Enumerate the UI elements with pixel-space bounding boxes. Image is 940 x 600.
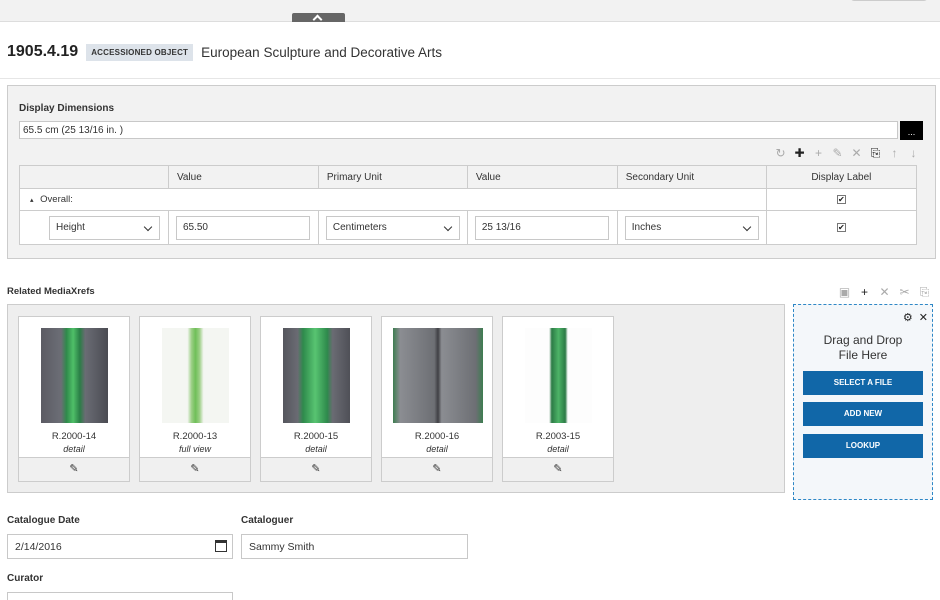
edit-icon: ✎ bbox=[432, 463, 442, 475]
edit-icon: ✎ bbox=[553, 463, 563, 475]
media-thumbnail[interactable] bbox=[393, 328, 483, 423]
column-header-primary-unit: Primary Unit bbox=[317, 165, 468, 189]
media-description: detail bbox=[63, 444, 85, 454]
remove-media-icon[interactable]: ✕ bbox=[877, 285, 892, 299]
gallery-icon[interactable]: ▣ bbox=[837, 285, 852, 299]
media-description: full view bbox=[178, 444, 211, 454]
add-icon[interactable]: + bbox=[811, 146, 826, 160]
primary-value-input[interactable]: 65.50 bbox=[175, 215, 310, 240]
edit-media-button[interactable]: ✎ bbox=[19, 457, 129, 481]
collapse-triangle-icon[interactable]: ▴ bbox=[30, 197, 34, 204]
column-header-value: Value bbox=[466, 165, 618, 189]
calendar-icon[interactable] bbox=[215, 540, 227, 552]
edit-media-button[interactable]: ✎ bbox=[503, 457, 613, 481]
edit-icon[interactable]: ✎ bbox=[830, 146, 845, 160]
media-name: R.2003-15 bbox=[535, 431, 581, 442]
close-icon[interactable]: ✕ bbox=[919, 311, 928, 324]
curator-field[interactable] bbox=[7, 592, 233, 600]
dropzone-icons: ⚙ ✕ bbox=[903, 311, 928, 324]
paste-icon[interactable]: ⎘ bbox=[917, 285, 932, 299]
media-thumbnail[interactable] bbox=[283, 328, 350, 423]
media-thumbnail[interactable] bbox=[41, 328, 108, 423]
edit-icon: ✎ bbox=[190, 463, 200, 475]
related-media-title: Related MediaXrefs bbox=[7, 286, 95, 297]
move-up-icon[interactable]: ↑ bbox=[887, 146, 902, 160]
media-card[interactable]: R.2000-15 detail ✎ bbox=[260, 316, 372, 482]
dropzone-text: Drag and Drop File Here bbox=[794, 333, 932, 363]
media-name: R.2000-14 bbox=[51, 431, 97, 442]
refresh-icon[interactable]: ↻ bbox=[773, 146, 788, 160]
delete-icon[interactable]: ✕ bbox=[849, 146, 864, 160]
group-label: Overall: bbox=[40, 194, 73, 205]
catalogue-date-label: Catalogue Date bbox=[7, 515, 80, 526]
column-header-display-label: Display Label bbox=[765, 165, 918, 189]
dropzone-line-2: File Here bbox=[838, 348, 888, 362]
select-file-button[interactable]: SELECT A FILE bbox=[803, 371, 923, 395]
dropzone-line-1: Drag and Drop bbox=[823, 333, 903, 347]
catalogue-date-field[interactable]: 2/14/2016 bbox=[7, 534, 233, 559]
dimension-type-select[interactable]: Height bbox=[49, 215, 160, 240]
media-name: R.2000-16 bbox=[414, 431, 460, 442]
row-display-label-checkbox[interactable]: ✔ bbox=[836, 223, 846, 232]
display-dimensions-more-button[interactable]: ... bbox=[900, 121, 923, 140]
column-header bbox=[19, 165, 169, 189]
media-card[interactable]: R.2000-14 detail ✎ bbox=[18, 316, 130, 482]
media-card[interactable]: R.2000-13 full view ✎ bbox=[139, 316, 251, 482]
media-toolbar: ▣ + ✕ ✂ ⎘ bbox=[837, 285, 932, 299]
curator-label: Curator bbox=[7, 573, 44, 584]
secondary-unit-select[interactable]: Inches bbox=[624, 215, 759, 240]
add-media-icon[interactable]: + bbox=[857, 285, 872, 299]
top-button-stub[interactable] bbox=[851, 0, 927, 1]
edit-icon: ✎ bbox=[69, 463, 79, 475]
edit-media-button[interactable]: ✎ bbox=[382, 457, 492, 481]
media-description: detail bbox=[547, 444, 569, 454]
media-panel: R.2000-14 detail ✎ R.2000-13 full view ✎… bbox=[7, 304, 785, 493]
top-strip bbox=[0, 0, 940, 22]
copy-icon[interactable]: ⎘ bbox=[868, 146, 883, 160]
file-dropzone[interactable]: ⚙ ✕ Drag and Drop File Here SELECT A FIL… bbox=[793, 304, 933, 500]
object-number: 1905.4.19 bbox=[7, 43, 79, 60]
group-row[interactable]: ▴ Overall: bbox=[19, 188, 767, 211]
secondary-value-input[interactable]: 25 13/16 bbox=[474, 215, 609, 240]
edit-icon: ✎ bbox=[311, 463, 321, 475]
media-thumbnail[interactable] bbox=[525, 328, 592, 423]
media-card[interactable]: R.2000-16 detail ✎ bbox=[381, 316, 493, 482]
column-header-secondary-unit: Secondary Unit bbox=[616, 165, 767, 189]
catalogue-date-value: 2/14/2016 bbox=[15, 541, 62, 553]
edit-media-button[interactable]: ✎ bbox=[261, 457, 371, 481]
lookup-button[interactable]: LOOKUP bbox=[803, 434, 923, 458]
media-name: R.2000-13 bbox=[172, 431, 218, 442]
group-display-label-checkbox[interactable]: ✔ bbox=[836, 195, 846, 204]
department-name: European Sculpture and Decorative Arts bbox=[201, 44, 443, 60]
collapse-header-toggle[interactable] bbox=[292, 13, 345, 22]
media-thumbnail[interactable] bbox=[162, 328, 229, 423]
status-badge: ACCESSIONED OBJECT bbox=[86, 43, 194, 61]
media-card[interactable]: R.2003-15 detail ✎ bbox=[502, 316, 614, 482]
media-description: detail bbox=[305, 444, 327, 454]
add-group-icon[interactable]: ✚ bbox=[792, 146, 807, 160]
column-header-value: Value bbox=[167, 165, 319, 189]
cataloguer-field[interactable]: Sammy Smith bbox=[241, 534, 468, 559]
move-down-icon[interactable]: ↓ bbox=[906, 146, 921, 160]
media-name: R.2000-15 bbox=[293, 431, 339, 442]
media-description: detail bbox=[426, 444, 448, 454]
display-dimensions-label: Display Dimensions bbox=[19, 103, 115, 114]
divider bbox=[0, 78, 940, 79]
cataloguer-label: Cataloguer bbox=[241, 515, 294, 526]
display-dimensions-field[interactable]: 65.5 cm (25 13/16 in. ) bbox=[19, 121, 898, 139]
gear-icon[interactable]: ⚙ bbox=[903, 311, 913, 324]
dimensions-panel: Display Dimensions 65.5 cm (25 13/16 in.… bbox=[7, 85, 936, 259]
add-new-button[interactable]: ADD NEW bbox=[803, 402, 923, 426]
cut-icon[interactable]: ✂ bbox=[897, 285, 912, 299]
record-header: 1905.4.19 ACCESSIONED OBJECT European Sc… bbox=[7, 41, 442, 63]
dimensions-table: Value Primary Unit Value Secondary Unit … bbox=[19, 165, 918, 245]
primary-unit-select[interactable]: Centimeters bbox=[325, 215, 460, 240]
dimensions-toolbar: ↻ ✚ + ✎ ✕ ⎘ ↑ ↓ bbox=[773, 146, 921, 160]
edit-media-button[interactable]: ✎ bbox=[140, 457, 250, 481]
